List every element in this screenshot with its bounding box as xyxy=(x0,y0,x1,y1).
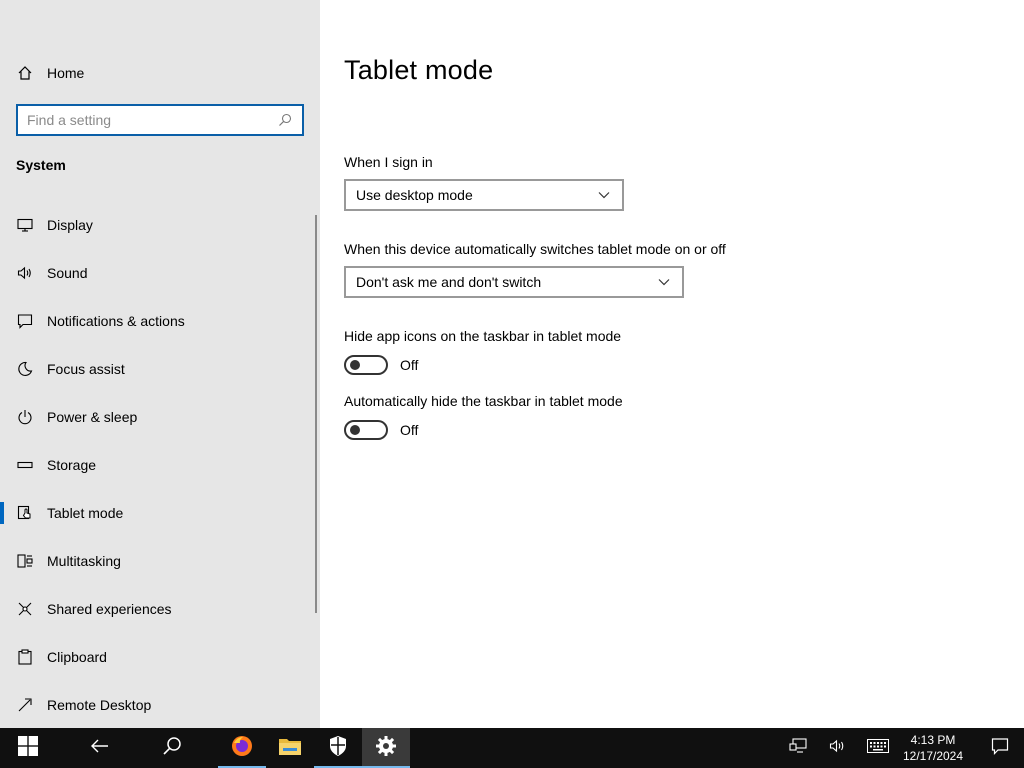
section-title: System xyxy=(16,157,66,173)
hide-icons-toggle[interactable] xyxy=(344,355,388,375)
sidebar-item-power-sleep[interactable]: Power & sleep xyxy=(0,393,314,441)
sidebar-item-remote-desktop[interactable]: Remote Desktop xyxy=(0,681,314,729)
clock-date: 12/17/2024 xyxy=(902,749,964,763)
hide-taskbar-toggle[interactable] xyxy=(344,420,388,440)
system-tray: 4:13 PM 12/17/2024 xyxy=(778,728,1024,768)
sidebar-item-storage[interactable]: Storage xyxy=(0,441,314,489)
taskbar-security[interactable] xyxy=(314,728,362,768)
sidebar: Home System Display Sound Notifications … xyxy=(0,0,320,728)
sidebar-item-notifications[interactable]: Notifications & actions xyxy=(0,297,314,345)
home-label: Home xyxy=(47,65,85,81)
sidebar-item-label: Display xyxy=(47,217,93,233)
shared-experiences-icon xyxy=(16,600,34,618)
home-icon xyxy=(16,64,34,82)
volume-button[interactable] xyxy=(818,728,858,768)
tablet-mode-icon xyxy=(16,504,34,522)
sidebar-item-label: Sound xyxy=(47,265,88,281)
network-button[interactable] xyxy=(778,728,818,768)
hide-icons-toggle-row: Off xyxy=(344,355,418,375)
taskbar: 4:13 PM 12/17/2024 xyxy=(0,728,1024,768)
sidebar-item-label: Multitasking xyxy=(47,553,121,569)
taskbar-search-button[interactable] xyxy=(144,728,200,768)
search-icon[interactable] xyxy=(277,112,293,128)
auto-switch-value: Don't ask me and don't switch xyxy=(356,274,542,290)
back-arrow-icon xyxy=(90,738,110,759)
hide-taskbar-toggle-row: Off xyxy=(344,420,418,440)
hide-icons-state: Off xyxy=(400,357,419,373)
hide-taskbar-state: Off xyxy=(400,422,419,438)
sidebar-item-label: Notifications & actions xyxy=(47,313,185,329)
speaker-icon xyxy=(16,264,34,282)
toggle-knob xyxy=(350,425,360,435)
sidebar-item-tablet-mode[interactable]: Tablet mode xyxy=(0,489,314,537)
sidebar-item-label: Shared experiences xyxy=(47,601,172,617)
storage-icon xyxy=(16,456,34,474)
touch-keyboard-button[interactable] xyxy=(858,728,898,768)
chevron-down-icon xyxy=(596,187,612,203)
taskbar-settings[interactable] xyxy=(362,728,410,768)
notification-icon xyxy=(16,312,34,330)
search-box[interactable] xyxy=(16,104,304,136)
clock-time: 4:13 PM xyxy=(910,733,956,747)
sign-in-dropdown[interactable]: Use desktop mode xyxy=(344,179,624,211)
action-center-button[interactable] xyxy=(976,728,1024,768)
shield-icon xyxy=(328,735,348,762)
remote-desktop-icon xyxy=(16,696,34,714)
clipboard-icon xyxy=(16,648,34,666)
sidebar-item-display[interactable]: Display xyxy=(0,201,314,249)
sidebar-scrollbar[interactable] xyxy=(315,215,317,613)
notification-icon xyxy=(991,737,1009,760)
speaker-icon xyxy=(829,738,847,759)
multitasking-icon xyxy=(16,552,34,570)
sidebar-item-label: Remote Desktop xyxy=(47,697,152,713)
sign-in-value: Use desktop mode xyxy=(356,187,473,203)
sidebar-item-label: Tablet mode xyxy=(47,505,124,521)
keyboard-icon xyxy=(867,738,889,758)
auto-switch-dropdown[interactable]: Don't ask me and don't switch xyxy=(344,266,684,298)
auto-switch-label: When this device automatically switches … xyxy=(344,241,726,257)
network-icon xyxy=(789,737,807,759)
sidebar-item-clipboard[interactable]: Clipboard xyxy=(0,633,314,681)
sidebar-item-label: Storage xyxy=(47,457,97,473)
toggle-knob xyxy=(350,360,360,370)
sidebar-item-focus-assist[interactable]: Focus assist xyxy=(0,345,314,393)
nav-list: Display Sound Notifications & actions Fo… xyxy=(0,201,314,729)
sidebar-item-label: Power & sleep xyxy=(47,409,138,425)
clock[interactable]: 4:13 PM 12/17/2024 xyxy=(898,732,968,764)
page-title: Tablet mode xyxy=(344,55,494,85)
moon-icon xyxy=(16,360,34,378)
sidebar-item-shared-experiences[interactable]: Shared experiences xyxy=(0,585,314,633)
sidebar-item-label: Clipboard xyxy=(47,649,107,665)
search-icon xyxy=(162,736,182,761)
back-button[interactable] xyxy=(56,728,144,768)
sign-in-label: When I sign in xyxy=(344,154,433,170)
hide-icons-label: Hide app icons on the taskbar in tablet … xyxy=(344,328,622,344)
taskbar-file-explorer[interactable] xyxy=(266,728,314,768)
home-nav-item[interactable]: Home xyxy=(16,60,84,86)
search-input[interactable] xyxy=(27,112,277,128)
chevron-down-icon xyxy=(656,274,672,290)
hide-taskbar-label: Automatically hide the taskbar in tablet… xyxy=(344,393,623,409)
taskbar-firefox[interactable] xyxy=(218,728,266,768)
folder-icon xyxy=(278,736,302,761)
windows-logo-icon xyxy=(18,735,38,761)
start-button[interactable] xyxy=(0,728,56,768)
firefox-icon xyxy=(230,734,254,763)
sidebar-item-label: Focus assist xyxy=(47,361,125,377)
sidebar-item-multitasking[interactable]: Multitasking xyxy=(0,537,314,585)
sidebar-item-sound[interactable]: Sound xyxy=(0,249,314,297)
main-content: Tablet mode When I sign in Use desktop m… xyxy=(344,0,1024,728)
monitor-icon xyxy=(16,216,34,234)
power-icon xyxy=(16,408,34,426)
gear-icon xyxy=(375,735,397,762)
